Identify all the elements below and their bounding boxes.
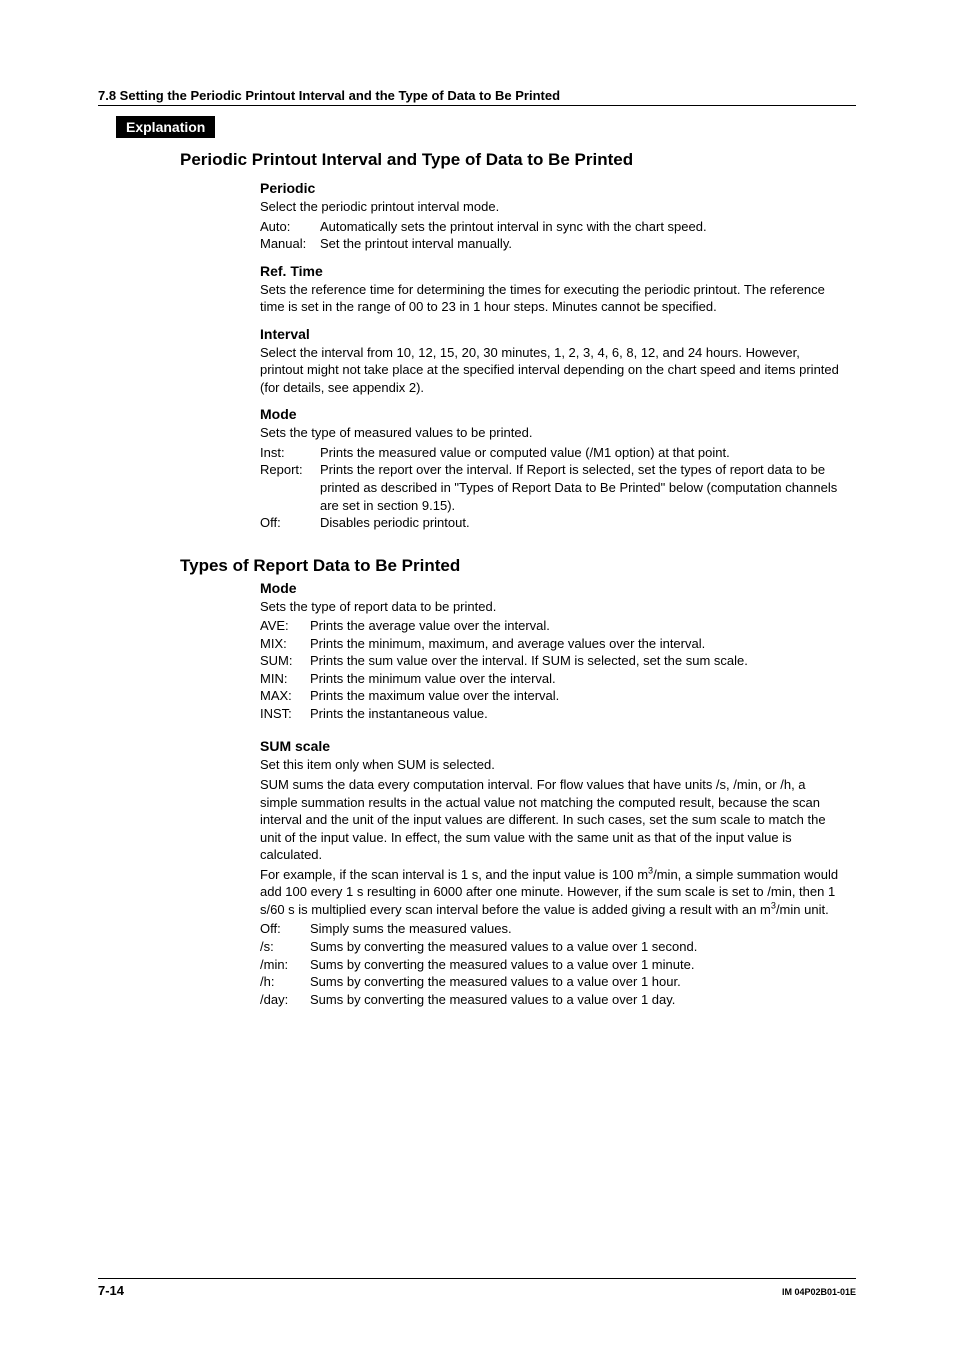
- def-term: Report:: [260, 461, 320, 514]
- def-desc: Prints the measured value or computed va…: [320, 444, 840, 462]
- def-row: Off: Simply sums the measured values.: [260, 920, 840, 938]
- def-row: MAX: Prints the maximum value over the i…: [260, 687, 840, 705]
- interval-body: Select the interval from 10, 12, 15, 20,…: [260, 344, 840, 397]
- document-number: IM 04P02B01-01E: [782, 1287, 856, 1297]
- sumscale-body1: SUM sums the data every computation inte…: [260, 776, 840, 864]
- mode-intro: Sets the type of measured values to be p…: [260, 424, 840, 442]
- def-desc: Prints the sum value over the interval. …: [310, 652, 840, 670]
- sumscale-intro: Set this item only when SUM is selected.: [260, 756, 840, 774]
- def-desc: Sums by converting the measured values t…: [310, 991, 840, 1009]
- page-footer: 7-14 IM 04P02B01-01E: [98, 1278, 856, 1298]
- def-row: Inst: Prints the measured value or compu…: [260, 444, 840, 462]
- def-row: Manual: Set the printout interval manual…: [260, 235, 840, 253]
- def-row: Auto: Automatically sets the printout in…: [260, 218, 840, 236]
- def-desc: Sums by converting the measured values t…: [310, 973, 840, 991]
- def-row: AVE: Prints the average value over the i…: [260, 617, 840, 635]
- def-term: INST:: [260, 705, 310, 723]
- heading-types-report: Types of Report Data to Be Printed: [180, 556, 856, 576]
- def-row: /min: Sums by converting the measured va…: [260, 956, 840, 974]
- def-row: /s: Sums by converting the measured valu…: [260, 938, 840, 956]
- def-row: INST: Prints the instantaneous value.: [260, 705, 840, 723]
- def-term: MIX:: [260, 635, 310, 653]
- def-desc: Set the printout interval manually.: [320, 235, 840, 253]
- periodic-def-list: Auto: Automatically sets the printout in…: [260, 218, 840, 253]
- mode2-intro: Sets the type of report data to be print…: [260, 598, 840, 616]
- def-row: MIX: Prints the minimum, maximum, and av…: [260, 635, 840, 653]
- def-term: Off:: [260, 514, 320, 532]
- heading-periodic-printout: Periodic Printout Interval and Type of D…: [180, 150, 856, 170]
- def-term: AVE:: [260, 617, 310, 635]
- mode-def-list: Inst: Prints the measured value or compu…: [260, 444, 840, 532]
- subhead-periodic: Periodic: [260, 180, 856, 196]
- subhead-reftime: Ref. Time: [260, 263, 856, 279]
- def-desc: Prints the report over the interval. If …: [320, 461, 840, 514]
- page-section-header: 7.8 Setting the Periodic Printout Interv…: [98, 88, 856, 106]
- def-row: MIN: Prints the minimum value over the i…: [260, 670, 840, 688]
- def-row: /h: Sums by converting the measured valu…: [260, 973, 840, 991]
- def-row: SUM: Prints the sum value over the inter…: [260, 652, 840, 670]
- def-desc: Prints the minimum value over the interv…: [310, 670, 840, 688]
- def-desc: Simply sums the measured values.: [310, 920, 840, 938]
- def-row: Off: Disables periodic printout.: [260, 514, 840, 532]
- sumscale-def-list: Off: Simply sums the measured values. /s…: [260, 920, 840, 1008]
- def-desc: Sums by converting the measured values t…: [310, 956, 840, 974]
- mode2-def-list: AVE: Prints the average value over the i…: [260, 617, 840, 722]
- def-term: /s:: [260, 938, 310, 956]
- def-desc: Sums by converting the measured values t…: [310, 938, 840, 956]
- sumscale-body2-c: /min unit.: [776, 902, 829, 917]
- def-desc: Prints the maximum value over the interv…: [310, 687, 840, 705]
- def-term: MIN:: [260, 670, 310, 688]
- def-term: Off:: [260, 920, 310, 938]
- def-desc: Prints the minimum, maximum, and average…: [310, 635, 840, 653]
- def-term: Auto:: [260, 218, 320, 236]
- sumscale-body2-a: For example, if the scan interval is 1 s…: [260, 867, 648, 882]
- reftime-body: Sets the reference time for determining …: [260, 281, 840, 316]
- sumscale-body2: For example, if the scan interval is 1 s…: [260, 866, 840, 919]
- def-term: MAX:: [260, 687, 310, 705]
- def-term: /min:: [260, 956, 310, 974]
- periodic-intro: Select the periodic printout interval mo…: [260, 198, 840, 216]
- def-desc: Automatically sets the printout interval…: [320, 218, 840, 236]
- def-row: /day: Sums by converting the measured va…: [260, 991, 840, 1009]
- explanation-badge: Explanation: [116, 116, 215, 138]
- def-desc: Prints the instantaneous value.: [310, 705, 840, 723]
- def-term: Manual:: [260, 235, 320, 253]
- subhead-mode: Mode: [260, 406, 856, 422]
- def-term: /day:: [260, 991, 310, 1009]
- page-number: 7-14: [98, 1283, 124, 1298]
- subhead-sumscale: SUM scale: [260, 738, 856, 754]
- def-desc: Prints the average value over the interv…: [310, 617, 840, 635]
- subhead-mode2: Mode: [260, 580, 856, 596]
- def-term: /h:: [260, 973, 310, 991]
- def-desc: Disables periodic printout.: [320, 514, 840, 532]
- def-row: Report: Prints the report over the inter…: [260, 461, 840, 514]
- def-term: SUM:: [260, 652, 310, 670]
- def-term: Inst:: [260, 444, 320, 462]
- subhead-interval: Interval: [260, 326, 856, 342]
